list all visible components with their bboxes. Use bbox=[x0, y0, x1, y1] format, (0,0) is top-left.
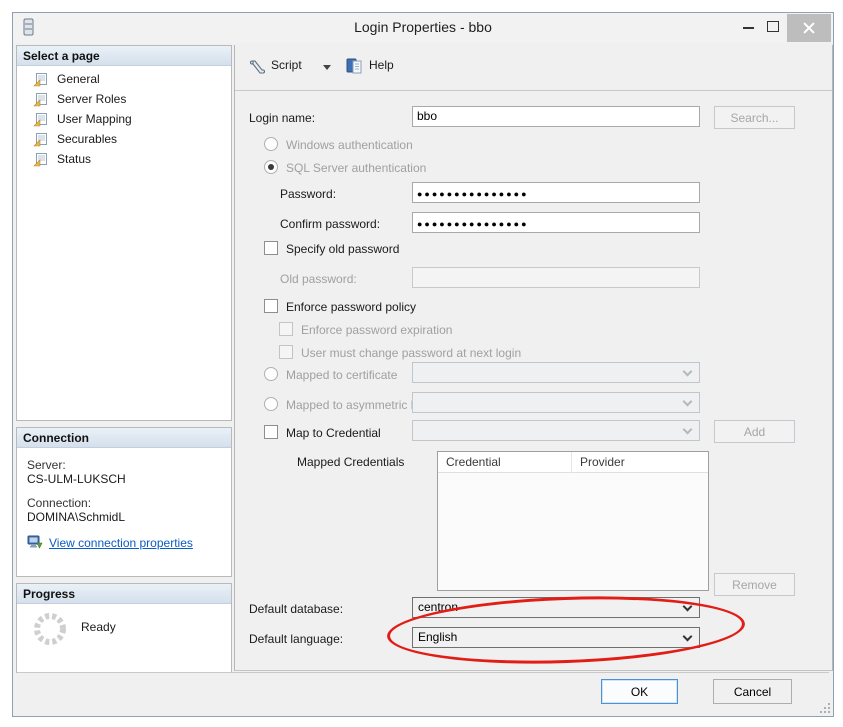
mapped-to-certificate-radio bbox=[264, 367, 278, 381]
must-change-password-label: User must change password at next login bbox=[301, 346, 521, 360]
default-database-label: Default database: bbox=[249, 602, 343, 616]
radio-dot bbox=[268, 164, 274, 170]
progress-header: Progress bbox=[17, 584, 231, 604]
maximize-button[interactable] bbox=[767, 21, 779, 32]
add-button: Add bbox=[714, 420, 795, 443]
login-properties-dialog: Login Properties - bbo Select a page Gen… bbox=[12, 12, 834, 717]
default-database-select[interactable]: centron bbox=[412, 597, 700, 618]
connection-label: Connection: bbox=[27, 496, 91, 510]
asymmetric-key-select bbox=[412, 392, 700, 413]
column-header-credential[interactable]: Credential bbox=[438, 452, 572, 473]
default-database-value: centron bbox=[418, 600, 458, 614]
progress-status: Ready bbox=[81, 620, 116, 634]
default-language-select[interactable]: English bbox=[412, 627, 700, 648]
enforce-password-expiration-checkbox bbox=[279, 322, 293, 336]
chevron-down-icon bbox=[683, 397, 693, 407]
sidebar-item-label: User Mapping bbox=[57, 112, 132, 126]
server-label: Server: bbox=[27, 458, 66, 472]
ok-button[interactable]: OK bbox=[601, 679, 678, 704]
mapped-to-certificate-label: Mapped to certificate bbox=[286, 368, 397, 382]
view-connection-properties-link[interactable]: View connection properties bbox=[49, 536, 193, 550]
mapped-credentials-label: Mapped Credentials bbox=[297, 455, 404, 469]
confirm-password-input[interactable]: ●●●●●●●●●●●●●●● bbox=[412, 212, 700, 233]
script-button[interactable]: Script bbox=[271, 58, 302, 72]
sidebar-item-securables[interactable]: Securables bbox=[17, 130, 231, 150]
resize-grip[interactable] bbox=[820, 703, 830, 713]
footer-separator bbox=[17, 672, 829, 673]
login-name-input[interactable]: bbo bbox=[412, 106, 700, 127]
chevron-down-icon bbox=[683, 632, 693, 642]
map-to-credential-label: Map to Credential bbox=[286, 426, 381, 440]
windows-auth-radio[interactable] bbox=[264, 137, 278, 151]
map-to-credential-checkbox[interactable] bbox=[264, 425, 278, 439]
credential-select bbox=[412, 420, 700, 441]
script-dropdown-icon[interactable] bbox=[323, 65, 331, 70]
connection-properties-icon bbox=[27, 534, 43, 550]
enforce-password-policy-label: Enforce password policy bbox=[286, 300, 416, 314]
sidebar-item-server-roles[interactable]: Server Roles bbox=[17, 90, 231, 110]
confirm-password-label: Confirm password: bbox=[280, 217, 380, 231]
chevron-down-icon bbox=[683, 367, 693, 377]
default-language-value: English bbox=[418, 630, 457, 644]
windows-auth-label: Windows authentication bbox=[286, 138, 413, 152]
window-title: Login Properties - bbo bbox=[13, 19, 833, 35]
title-bar[interactable]: Login Properties - bbo bbox=[13, 13, 833, 43]
toolbar: Script Help bbox=[235, 45, 832, 91]
sidebar-item-label: Status bbox=[57, 152, 91, 166]
sql-auth-radio[interactable] bbox=[264, 160, 278, 174]
sidebar-item-status[interactable]: Status bbox=[17, 150, 231, 170]
password-input[interactable]: ●●●●●●●●●●●●●●● bbox=[412, 182, 700, 203]
screen: Login Properties - bbo Select a page Gen… bbox=[0, 0, 843, 727]
specify-old-password-label: Specify old password bbox=[286, 242, 399, 256]
page-icon bbox=[33, 152, 48, 167]
enforce-password-expiration-label: Enforce password expiration bbox=[301, 323, 452, 337]
mapped-to-asymmetric-key-radio bbox=[264, 397, 278, 411]
connection-header: Connection bbox=[17, 428, 231, 448]
sql-auth-label: SQL Server authentication bbox=[286, 161, 426, 175]
sidebar-item-label: Securables bbox=[57, 132, 117, 146]
sidebar-item-user-mapping[interactable]: User Mapping bbox=[17, 110, 231, 130]
table-header-row: CredentialProvider bbox=[438, 452, 708, 473]
old-password-input bbox=[412, 267, 700, 288]
page-icon bbox=[33, 92, 48, 107]
certificate-select bbox=[412, 362, 700, 383]
default-language-label: Default language: bbox=[249, 632, 343, 646]
mapped-credentials-table[interactable]: CredentialProvider bbox=[437, 451, 709, 591]
cancel-button[interactable]: Cancel bbox=[713, 679, 792, 704]
main-panel: Script Help Login name: bbo Search... Wi… bbox=[234, 45, 833, 671]
specify-old-password-checkbox[interactable] bbox=[264, 241, 278, 255]
select-a-page-header: Select a page bbox=[17, 46, 231, 66]
connection-panel: Connection Server: CS-ULM-LUKSCH Connect… bbox=[16, 427, 232, 577]
search-button[interactable]: Search... bbox=[714, 106, 795, 129]
help-icon bbox=[345, 56, 365, 76]
page-icon bbox=[33, 72, 48, 87]
old-password-label: Old password: bbox=[280, 272, 357, 286]
progress-spinner-icon bbox=[31, 610, 69, 648]
mapped-to-asymmetric-key-label: Mapped to asymmetric key bbox=[286, 398, 429, 412]
server-value: CS-ULM-LUKSCH bbox=[27, 472, 126, 486]
sidebar-item-label: General bbox=[57, 72, 100, 86]
page-icon bbox=[33, 112, 48, 127]
must-change-password-checkbox bbox=[279, 345, 293, 359]
login-name-label: Login name: bbox=[249, 111, 315, 125]
page-list: General Server Roles User Mapping Secura… bbox=[17, 66, 231, 170]
chevron-down-icon bbox=[683, 602, 693, 612]
close-button[interactable] bbox=[787, 14, 831, 42]
page-icon bbox=[33, 132, 48, 147]
sidebar-item-general[interactable]: General bbox=[17, 70, 231, 90]
connection-value: DOMINA\SchmidL bbox=[27, 510, 125, 524]
minimize-button[interactable] bbox=[743, 27, 754, 29]
chevron-down-icon bbox=[683, 425, 693, 435]
password-label: Password: bbox=[280, 187, 336, 201]
sidebar-item-label: Server Roles bbox=[57, 92, 126, 106]
enforce-password-policy-checkbox[interactable] bbox=[264, 299, 278, 313]
select-a-page-panel: Select a page General Server Roles User … bbox=[16, 45, 232, 421]
progress-panel: Progress Ready bbox=[16, 583, 232, 673]
help-button[interactable]: Help bbox=[369, 58, 394, 72]
remove-button: Remove bbox=[714, 573, 795, 596]
column-header-provider[interactable]: Provider bbox=[572, 452, 625, 473]
script-icon bbox=[247, 57, 267, 77]
